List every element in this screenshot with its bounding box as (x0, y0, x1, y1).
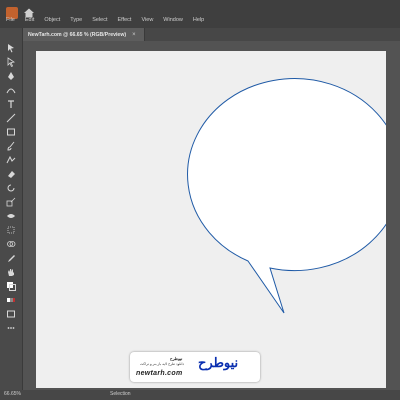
menu-items: File Edit Object Type Select Effect View… (6, 14, 204, 26)
close-icon[interactable]: × (132, 32, 136, 38)
document-tab-label: NewTarh.com @ 66.65 % (RGB/Preview) (28, 31, 127, 38)
status-field[interactable]: Selection (110, 391, 131, 397)
menu-effect[interactable]: Effect (118, 17, 132, 23)
menu-select[interactable]: Select (92, 17, 107, 23)
eyedropper-tool-icon[interactable] (5, 252, 17, 264)
pen-tool-icon[interactable] (5, 70, 17, 82)
shaper-tool-icon[interactable] (5, 154, 17, 166)
screen-mode-icon[interactable] (5, 308, 17, 320)
width-tool-icon[interactable] (5, 210, 17, 222)
menu-object[interactable]: Object (44, 17, 60, 23)
watermark-brand: نیوطرح (198, 355, 239, 370)
artboard[interactable] (36, 51, 386, 388)
watermark-domain: newtarh.com (136, 370, 183, 377)
zoom-readout[interactable]: 66.65% (4, 391, 21, 397)
paintbrush-tool-icon[interactable] (5, 140, 17, 152)
menu-edit[interactable]: Edit (25, 17, 34, 23)
rotate-tool-icon[interactable] (5, 182, 17, 194)
status-bar: 66.65% Selection (0, 390, 400, 400)
color-mode-icon[interactable] (5, 294, 17, 306)
menu-help[interactable]: Help (193, 17, 204, 23)
watermark-logo: نیوطرح دانلود طرح لایه باز بنر و تراکت n… (130, 352, 260, 382)
illustrator-window: File Edit Object Type Select Effect View… (0, 0, 400, 400)
rectangle-tool-icon[interactable] (5, 126, 17, 138)
tools-panel (0, 28, 23, 400)
selection-tool-icon[interactable] (5, 42, 17, 54)
menu-file[interactable]: File (6, 17, 15, 23)
menu-type[interactable]: Type (70, 17, 82, 23)
document-tab-strip: NewTarh.com @ 66.65 % (RGB/Preview) × (22, 28, 400, 41)
free-transform-tool-icon[interactable] (5, 224, 17, 236)
curvature-tool-icon[interactable] (5, 84, 17, 96)
menu-bar: File Edit Object Type Select Effect View… (0, 0, 400, 28)
fill-stroke-swatch-icon[interactable] (5, 280, 17, 292)
type-tool-icon[interactable] (5, 98, 17, 110)
eraser-tool-icon[interactable] (5, 168, 17, 180)
canvas-area[interactable] (23, 41, 400, 390)
menu-view[interactable]: View (141, 17, 153, 23)
shape-builder-tool-icon[interactable] (5, 238, 17, 250)
hand-tool-icon[interactable] (5, 266, 17, 278)
scale-tool-icon[interactable] (5, 196, 17, 208)
document-tab[interactable]: NewTarh.com @ 66.65 % (RGB/Preview) × (22, 28, 145, 41)
watermark-name-small: نیوطرح (170, 356, 183, 361)
direct-selection-tool-icon[interactable] (5, 56, 17, 68)
menu-window[interactable]: Window (163, 17, 183, 23)
speech-bubble-shape[interactable] (36, 51, 386, 388)
line-tool-icon[interactable] (5, 112, 17, 124)
edit-toolbar-icon[interactable] (5, 322, 17, 334)
watermark-tagline: دانلود طرح لایه باز بنر و تراکت (140, 362, 185, 366)
